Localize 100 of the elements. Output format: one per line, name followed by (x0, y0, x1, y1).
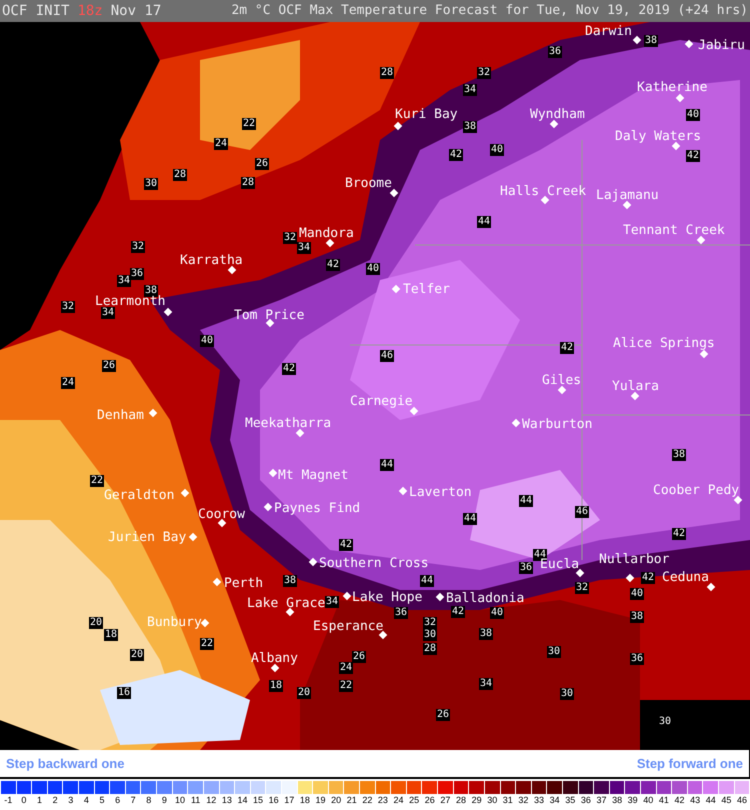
city-label: Coorow (198, 507, 245, 522)
city-label: Wyndham (530, 107, 585, 122)
legend-label: 24 (394, 794, 404, 806)
contour-label: 40 (630, 588, 644, 600)
map-title: 2m °C OCF Max Temperature Forecast for Tue, Nov 19, 2019 (+24 hrs) (231, 2, 748, 20)
step-forward-link[interactable]: Step forward one (636, 754, 743, 774)
contour-label: 22 (242, 118, 256, 130)
city-label: Nullarbor (599, 552, 670, 567)
contour-label: 42 (339, 539, 354, 551)
city-label: Bunbury (147, 615, 202, 630)
legend-label: 27 (440, 794, 450, 806)
contour-label: 30 (560, 688, 574, 700)
contour-label: 30 (547, 646, 562, 658)
city-label: Carnegie (350, 394, 413, 409)
city-label: Ceduna (662, 570, 709, 585)
legend-label: 29 (472, 794, 482, 806)
legend-label: 10 (175, 794, 186, 806)
contour-label: 44 (477, 216, 492, 228)
legend-label: 38 (612, 794, 622, 806)
contour-label: 46 (575, 506, 590, 518)
contour-label: 38 (144, 285, 158, 297)
legend-label: 25 (409, 794, 420, 806)
contour-label: 26 (436, 709, 450, 721)
city-label: Mt Magnet (278, 468, 348, 483)
run-time: 18z (77, 2, 103, 20)
legend-label: 46 (736, 794, 747, 806)
contour-label: 26 (102, 360, 116, 372)
city-label: Giles (542, 373, 582, 388)
city-label: Kuri Bay (395, 107, 458, 122)
city-label: Perth (224, 576, 264, 591)
legend-label: 35 (565, 794, 576, 806)
contour-label: 38 (283, 575, 298, 587)
legend-label: 5 (99, 794, 104, 806)
contour-label: 46 (380, 350, 394, 362)
city-label: Telfer (403, 282, 450, 297)
city-label: Denham (97, 408, 144, 423)
city-label: Karratha (180, 253, 243, 268)
contour-label: 44 (519, 495, 534, 507)
contour-label: 32 (131, 241, 146, 253)
city-label: Tennant Creek (623, 223, 725, 238)
contour-label: 40 (366, 263, 380, 275)
contour-label: 42 (326, 259, 340, 271)
contour-label: 36 (130, 268, 144, 280)
contour-label: 36 (394, 607, 408, 619)
contour-label: 38 (644, 35, 658, 47)
legend-label: 0 (21, 794, 26, 806)
city-label: Lake Grace (247, 596, 326, 611)
contour-label: 38 (672, 449, 686, 461)
contour-label: 18 (104, 629, 118, 641)
contour-label: 18 (269, 680, 284, 692)
contour-label: 42 (672, 528, 686, 540)
contour-label: 16 (117, 687, 132, 699)
legend-label: 16 (268, 794, 279, 806)
contour-label: 22 (200, 638, 214, 650)
city-label: Meekatharra (245, 416, 332, 431)
contour-label: 20 (130, 649, 144, 661)
step-backward-link[interactable]: Step backward one (6, 754, 124, 774)
contour-label: 22 (339, 680, 354, 692)
init-label: OCF INIT (2, 2, 70, 20)
contour-label: 32 (423, 617, 438, 629)
contour-label: 42 (451, 606, 466, 618)
legend-label: 7 (130, 794, 136, 806)
contour-label: 36 (519, 562, 534, 574)
legend-label: 45 (721, 794, 732, 806)
city-label: Lajamanu (596, 188, 659, 203)
city-label: Balladonia (446, 591, 524, 606)
contour-label: 26 (255, 158, 270, 170)
city-label: Albany (251, 651, 298, 666)
contour-label: 38 (463, 121, 478, 133)
contour-label: 24 (214, 138, 228, 150)
legend-label: 2 (52, 794, 58, 806)
legend-label: 14 (237, 794, 248, 806)
city-label: Laverton (409, 485, 472, 500)
legend-label: 43 (690, 794, 700, 806)
city-label: Halls Creek (500, 184, 586, 199)
city-label: Southern Cross (319, 556, 429, 571)
contour-label: 34 (117, 275, 132, 287)
legend-label: 39 (628, 794, 638, 806)
city-label: Alice Springs (613, 336, 715, 351)
contour-label: 32 (61, 301, 76, 313)
city-label: Darwin (585, 24, 632, 39)
contour-label: 20 (297, 687, 312, 699)
legend-label: 28 (456, 794, 466, 806)
contour-label: 34 (297, 242, 312, 254)
contour-label: 40 (200, 335, 214, 347)
contour-label: 28 (173, 169, 188, 181)
legend-label: 36 (580, 794, 591, 806)
city-label: Lake Hope (352, 590, 422, 605)
legend-label: 40 (643, 794, 654, 806)
contour-label: 42 (282, 363, 296, 375)
contour-label: 30 (423, 629, 438, 641)
legend-label: 37 (596, 794, 606, 806)
legend-label: 31 (502, 794, 513, 806)
contour-label: 42 (686, 150, 700, 162)
contour-label: 38 (479, 628, 494, 640)
contour-label: 34 (479, 678, 494, 690)
city-label: Coober Pedy (653, 483, 740, 498)
contour-label: 28 (241, 177, 256, 189)
city-label: Esperance (313, 619, 384, 634)
legend-label: 23 (378, 794, 388, 806)
